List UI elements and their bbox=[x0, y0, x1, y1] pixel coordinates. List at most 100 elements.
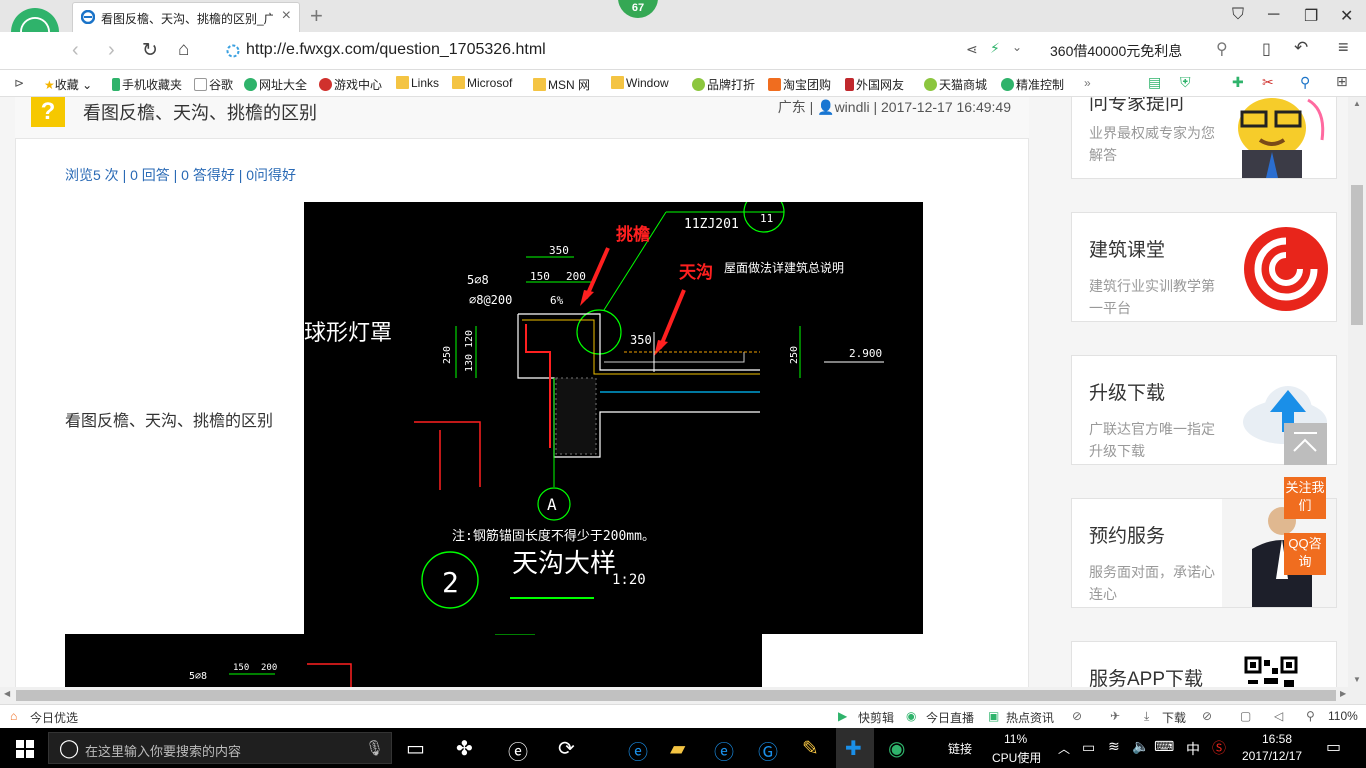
wifi-icon[interactable]: ≋ bbox=[1108, 738, 1120, 755]
close-tab-icon[interactable]: × bbox=[282, 7, 291, 25]
qq-consult-button[interactable]: QQ咨询 bbox=[1284, 533, 1326, 575]
notification-badge[interactable]: 67 bbox=[618, 0, 658, 18]
window-icon[interactable]: ▢ bbox=[1240, 709, 1251, 723]
forward-icon[interactable]: › bbox=[108, 39, 115, 62]
taskbar-search-field[interactable]: ◯ 在这里输入你要搜索的内容 🎙 bbox=[48, 732, 392, 764]
refresh-icon[interactable]: ↻ bbox=[142, 39, 158, 62]
file-explorer-icon[interactable]: ▰ bbox=[670, 736, 685, 761]
question-author[interactable]: windli bbox=[835, 99, 870, 115]
ime-indicator[interactable]: 中 bbox=[1186, 739, 1200, 759]
bookmark-windows[interactable]: Window bbox=[611, 76, 669, 90]
mute-icon[interactable]: ◁ bbox=[1274, 709, 1283, 723]
star-icon: ★ bbox=[44, 78, 55, 92]
clock-time[interactable]: 16:58 bbox=[1262, 732, 1292, 746]
task-view-icon[interactable]: ▭ bbox=[406, 736, 425, 761]
download-link[interactable]: 下载 bbox=[1162, 709, 1186, 726]
action-center-icon[interactable]: ▭ bbox=[1326, 737, 1341, 757]
vertical-scrollbar[interactable]: ▲ ▼ bbox=[1348, 97, 1366, 687]
home-icon[interactable]: ⌂ bbox=[178, 39, 189, 61]
vertical-scroll-thumb[interactable] bbox=[1351, 185, 1363, 325]
url-field[interactable]: http://e.fwxgx.com/question_1705326.html bbox=[222, 38, 1032, 64]
bookmark-precise[interactable]: 精准控制 bbox=[1001, 76, 1064, 93]
app-download-card[interactable]: 服务APP下载 bbox=[1071, 641, 1337, 687]
zoom-icon[interactable]: ⚲ bbox=[1306, 709, 1315, 723]
speed-icon[interactable]: ⊘ bbox=[1072, 709, 1082, 723]
volume-icon[interactable]: 🔈 bbox=[1132, 738, 1149, 755]
add-icon[interactable]: ✚ bbox=[1232, 74, 1244, 91]
bookmark-mobile[interactable]: 手机收藏夹 bbox=[112, 76, 182, 93]
scissors-icon[interactable]: ✂ bbox=[1262, 74, 1274, 91]
restore-icon[interactable]: ❐ bbox=[1304, 6, 1318, 26]
browser-icon[interactable]: ⊘ bbox=[1202, 709, 1212, 723]
download-icon[interactable]: ⤓ bbox=[1144, 709, 1149, 724]
bookmark-tmall[interactable]: 天猫商城 bbox=[924, 76, 987, 93]
keyboard-icon[interactable]: ⌨ bbox=[1154, 738, 1174, 755]
bookmark-foreign[interactable]: 外国网友 bbox=[845, 76, 904, 93]
zoom-level[interactable]: 110% bbox=[1328, 709, 1358, 723]
new-tab-button[interactable]: + bbox=[310, 3, 323, 29]
live-link[interactable]: 今日直播 bbox=[926, 709, 974, 726]
daily-picks-link[interactable]: 今日优选 bbox=[30, 709, 78, 726]
ie-taskbar-icon[interactable]: ⓔ bbox=[628, 736, 648, 765]
edge-icon[interactable]: ⓔ bbox=[508, 736, 528, 765]
course-card[interactable]: 建筑课堂 建筑行业实训教学第一平台 bbox=[1071, 212, 1337, 322]
links-toolbar[interactable]: 链接 bbox=[948, 740, 972, 757]
bookmark-microsoft[interactable]: Microsof bbox=[452, 76, 512, 90]
chevron-down-icon[interactable]: ⌄ bbox=[1012, 40, 1022, 54]
menu-icon[interactable]: ≡ bbox=[1338, 37, 1349, 58]
scroll-right-icon[interactable]: ▶ bbox=[1340, 689, 1346, 698]
search-icon[interactable]: ⚲ bbox=[1216, 39, 1228, 59]
g-app-icon[interactable]: Ⓖ bbox=[758, 736, 778, 765]
horizontal-scroll-thumb[interactable] bbox=[16, 690, 1336, 701]
windows-start-icon[interactable] bbox=[16, 740, 34, 758]
bookmark-nav[interactable]: 网址大全 bbox=[244, 76, 307, 93]
scroll-left-icon[interactable]: ◀ bbox=[4, 689, 10, 698]
follow-us-button[interactable]: 关注我们 bbox=[1284, 477, 1326, 519]
microphone-icon[interactable]: 🎙 bbox=[365, 739, 384, 757]
clock-date[interactable]: 2017/12/17 bbox=[1242, 749, 1302, 763]
app-plus-icon[interactable]: ✚ bbox=[845, 736, 862, 761]
more-bookmarks-icon[interactable]: » bbox=[1084, 76, 1091, 90]
fan-icon[interactable]: ✤ bbox=[456, 736, 473, 761]
horizontal-scrollbar[interactable]: ◀ ▶ bbox=[0, 687, 1366, 704]
phone-icon[interactable]: ▯ bbox=[1262, 39, 1271, 59]
bookmark-google[interactable]: 谷歌 bbox=[194, 76, 233, 93]
share-icon[interactable]: ⋖ bbox=[966, 41, 978, 58]
bookmark-games[interactable]: 游戏中心 bbox=[319, 76, 382, 93]
bookmark-taobao[interactable]: 淘宝团购 bbox=[768, 76, 831, 93]
browser-swirl-icon[interactable]: ⟳ bbox=[558, 736, 575, 761]
cad-drawing-image-2[interactable]: 5⌀8 150 200 bbox=[65, 634, 762, 687]
360-browser-icon[interactable]: ◉ bbox=[888, 736, 905, 761]
lightning-icon[interactable]: ⚡ bbox=[990, 40, 1000, 57]
magnifier-icon[interactable]: ⚲ bbox=[1300, 74, 1310, 91]
bookmark-brand[interactable]: 品牌打折 bbox=[692, 76, 755, 93]
bookmark-links[interactable]: Links bbox=[396, 76, 439, 90]
grid-icon[interactable]: ⊞ bbox=[1336, 73, 1348, 90]
pin-icon[interactable]: ✈ bbox=[1110, 709, 1120, 723]
ask-expert-card[interactable]: 问专家提问 业界最权威专家为您解答 bbox=[1071, 97, 1337, 179]
sogou-icon[interactable]: Ⓢ bbox=[1212, 738, 1226, 758]
bookmark-favorites[interactable]: ★收藏 ⌄ bbox=[44, 76, 92, 93]
ie-icon-2[interactable]: ⓔ bbox=[714, 736, 734, 765]
battery-icon[interactable]: ▭ bbox=[1082, 739, 1095, 756]
scroll-down-icon[interactable]: ▼ bbox=[1353, 675, 1361, 684]
scroll-up-icon[interactable]: ▲ bbox=[1353, 99, 1361, 108]
bookmark-msn[interactable]: MSN 网 bbox=[533, 76, 590, 93]
sidebar-toggle-icon[interactable]: ⊳ bbox=[14, 76, 24, 90]
search-box-text[interactable]: 360借40000元免利息 bbox=[1050, 41, 1182, 61]
shield-icon[interactable]: ⛨ bbox=[1180, 74, 1191, 91]
browser-tab[interactable]: 看图反檐、天沟、挑檐的区别_广 × bbox=[72, 2, 300, 32]
minimize-icon[interactable]: ─ bbox=[1268, 6, 1279, 24]
show-hidden-icon[interactable]: ︿ bbox=[1058, 740, 1070, 757]
undo-icon[interactable]: ↶ bbox=[1294, 38, 1308, 58]
back-icon[interactable]: ‹ bbox=[72, 39, 79, 62]
notes-icon[interactable]: ✎ bbox=[802, 736, 819, 761]
windows-taskbar: ◯ 在这里输入你要搜索的内容 🎙 ▭ ✤ ⓔ ⟳ ⓔ ▰ ⓔ Ⓖ ✎ ✚ ◉ 链… bbox=[0, 728, 1366, 768]
shirt-icon[interactable]: ⛉ bbox=[1232, 6, 1244, 24]
news-link[interactable]: 热点资讯 bbox=[1006, 709, 1054, 726]
cad-drawing-image[interactable]: 11 11ZJ201 350 150 200 5⌀8 ⌀8@200 6% 挑檐 … bbox=[304, 202, 923, 634]
back-to-top-button[interactable] bbox=[1284, 423, 1327, 465]
book-icon[interactable]: ▤ bbox=[1148, 74, 1161, 91]
close-window-icon[interactable]: ✕ bbox=[1340, 6, 1353, 26]
quick-edit-link[interactable]: 快剪辑 bbox=[858, 709, 894, 726]
